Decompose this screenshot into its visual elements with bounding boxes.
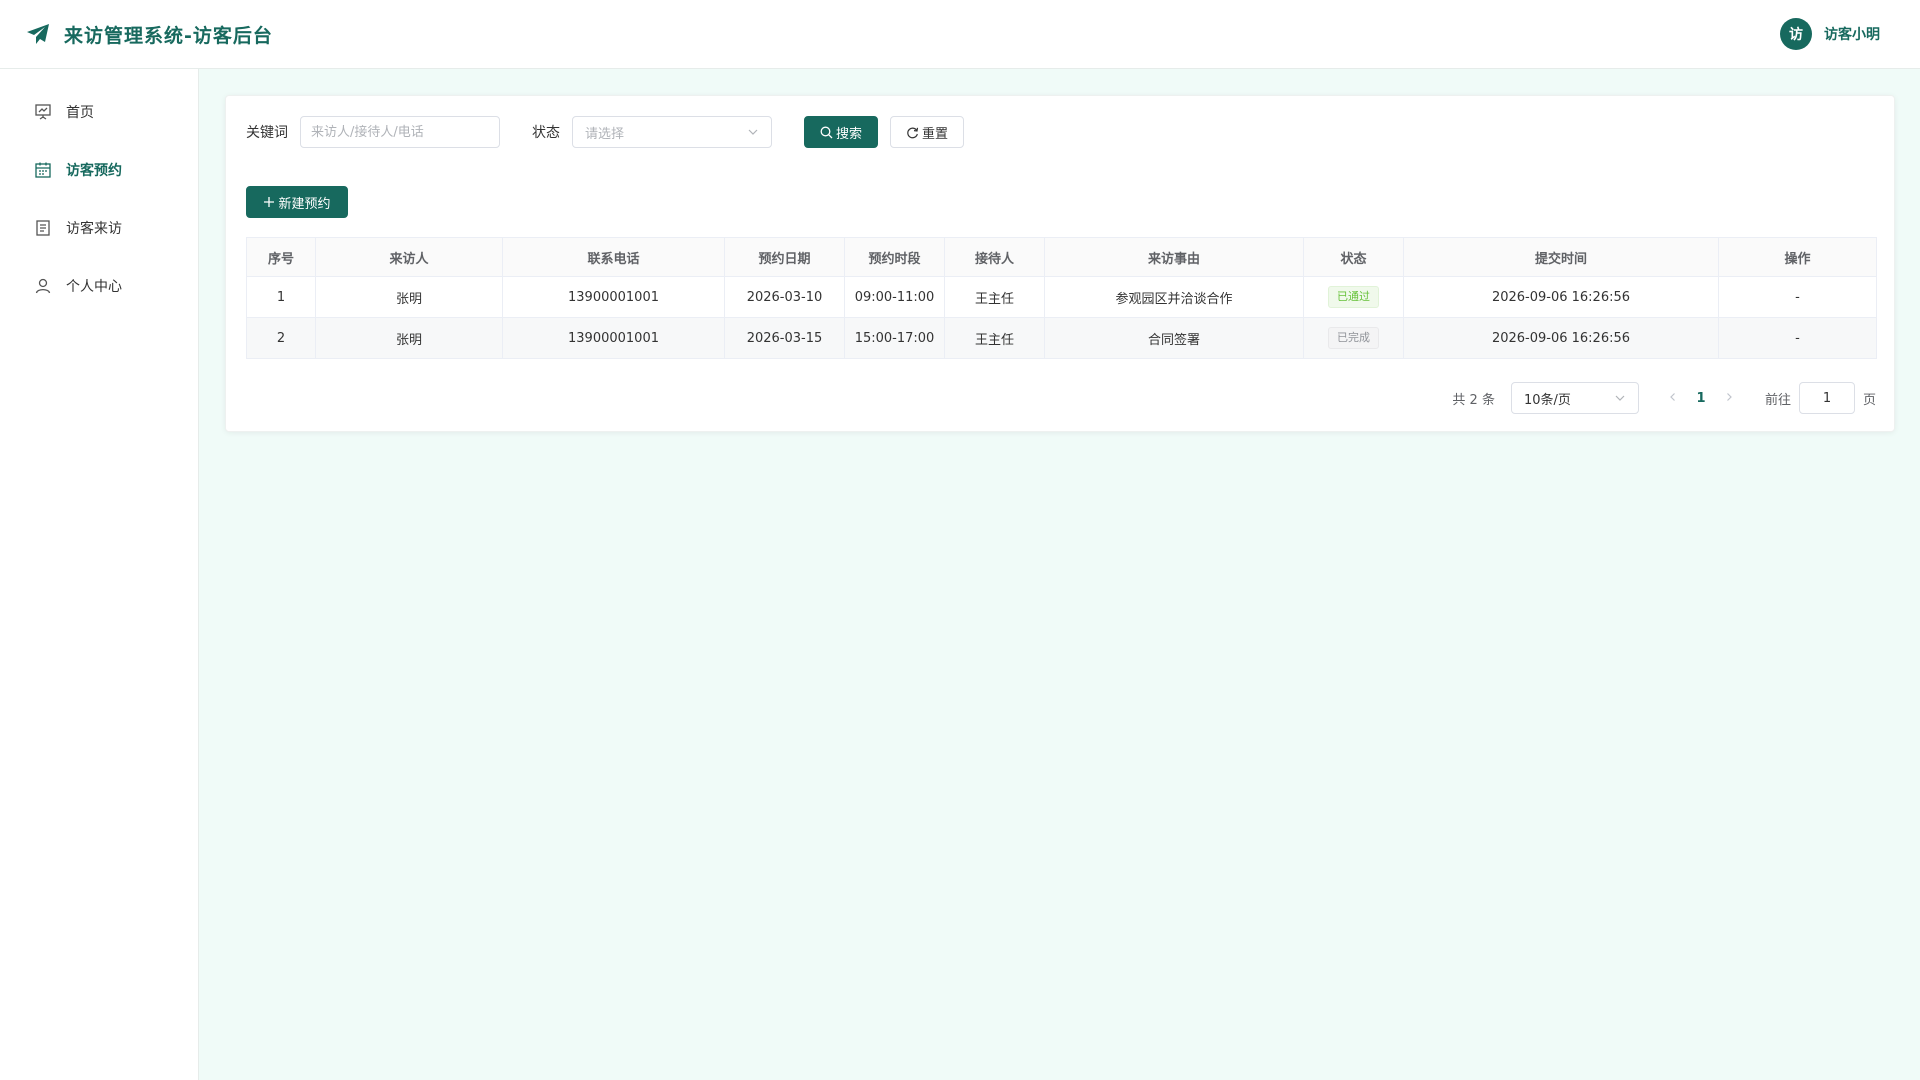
cell-submitted: 2026-09-06 16:26:56 — [1403, 276, 1719, 318]
cell-time-slot: 15:00-17:00 — [844, 317, 945, 359]
chevron-left-icon — [1670, 392, 1675, 401]
top-header: 来访管理系统-访客后台 访 访客小明 — [0, 0, 1920, 69]
cell-operation: - — [1718, 276, 1877, 318]
cell-reason: 参观园区并洽谈合作 — [1044, 276, 1304, 318]
calendar-icon — [35, 162, 51, 178]
table-row[interactable]: 2 张明 13900001001 2026-03-15 15:00-17:00 … — [246, 317, 1877, 359]
user-icon — [35, 278, 51, 294]
sidebar: 首页 访客预约 访客来访 个人中心 — [0, 69, 199, 1080]
cell-date: 2026-03-15 — [724, 317, 845, 359]
refresh-icon — [907, 127, 919, 138]
cell-index: 2 — [246, 317, 316, 359]
column-header-submitted: 提交时间 — [1403, 237, 1719, 277]
cell-date: 2026-03-10 — [724, 276, 845, 318]
chevron-down-icon — [748, 129, 758, 135]
appointments-table: 序号 来访人 联系电话 预约日期 预约时段 接待人 来访事由 状态 提交时间 操… — [246, 237, 1877, 359]
status-select-placeholder: 请选择 — [585, 126, 625, 142]
sidebar-item-home[interactable]: 首页 — [0, 83, 198, 141]
page-number-current[interactable]: 1 — [1687, 391, 1715, 406]
cell-submitted: 2026-09-06 16:26:56 — [1403, 317, 1719, 359]
keyword-input[interactable] — [300, 116, 500, 148]
sidebar-item-profile[interactable]: 个人中心 — [0, 257, 198, 315]
reset-button[interactable]: 重置 — [890, 116, 964, 148]
presentation-icon — [35, 104, 51, 120]
table-header-row: 序号 来访人 联系电话 预约日期 预约时段 接待人 来访事由 状态 提交时间 操… — [246, 237, 1877, 277]
next-page-button[interactable] — [1715, 391, 1743, 406]
brand[interactable]: 来访管理系统-访客后台 — [26, 21, 273, 48]
sidebar-item-visits[interactable]: 访客来访 — [0, 199, 198, 257]
filter-bar: 关键词 状态 请选择 搜索 重置 — [246, 116, 964, 148]
status-select[interactable]: 请选择 — [572, 116, 772, 148]
search-icon — [820, 126, 833, 138]
chevron-down-icon — [1615, 395, 1625, 401]
main-card: 关键词 状态 请选择 搜索 重置 新建预约 — [225, 95, 1895, 432]
status-badge: 已通过 — [1328, 286, 1379, 308]
cell-visitor: 张明 — [315, 317, 503, 359]
sidebar-item-label: 访客预约 — [66, 163, 122, 179]
search-button-label: 搜索 — [835, 126, 862, 142]
column-header-date: 预约日期 — [724, 237, 845, 277]
cell-visitor: 张明 — [315, 276, 503, 318]
cell-phone: 13900001001 — [502, 317, 725, 359]
cell-status: 已通过 — [1303, 276, 1404, 318]
page-size-select[interactable]: 10条/页 — [1510, 382, 1639, 414]
column-header-phone: 联系电话 — [502, 237, 725, 277]
reset-button-label: 重置 — [921, 126, 948, 142]
user-menu[interactable]: 访 访客小明 — [1780, 18, 1880, 50]
user-name[interactable]: 访客小明 — [1824, 24, 1880, 44]
chevron-right-icon — [1727, 392, 1732, 401]
cell-time-slot: 09:00-11:00 — [844, 276, 945, 318]
column-header-index: 序号 — [246, 237, 316, 277]
goto-label: 前往 — [1764, 392, 1791, 408]
cell-host: 王主任 — [944, 317, 1045, 359]
column-header-time-slot: 预约时段 — [844, 237, 945, 277]
avatar[interactable]: 访 — [1780, 18, 1812, 50]
page-size-value: 10条/页 — [1523, 392, 1571, 408]
sidebar-item-label: 首页 — [66, 105, 94, 121]
sidebar-item-label: 访客来访 — [66, 221, 122, 237]
cell-index: 1 — [246, 276, 316, 318]
cell-reason: 合同签署 — [1044, 317, 1304, 359]
create-button-label: 新建预约 — [278, 196, 331, 212]
cell-status: 已完成 — [1303, 317, 1404, 359]
status-badge: 已完成 — [1328, 327, 1379, 349]
keyword-label: 关键词 — [246, 125, 288, 141]
sidebar-item-appointments[interactable]: 访客预约 — [0, 141, 198, 199]
status-label: 状态 — [532, 125, 560, 141]
cell-host: 王主任 — [944, 276, 1045, 318]
prev-page-button[interactable] — [1659, 391, 1687, 406]
document-icon — [36, 220, 50, 236]
pagination-total: 共 2 条 — [1452, 392, 1495, 408]
column-header-operation: 操作 — [1718, 237, 1877, 277]
create-appointment-button[interactable]: 新建预约 — [246, 186, 348, 218]
column-header-host: 接待人 — [944, 237, 1045, 277]
column-header-reason: 来访事由 — [1044, 237, 1304, 277]
sidebar-item-label: 个人中心 — [66, 279, 122, 295]
app-title: 来访管理系统-访客后台 — [64, 24, 273, 47]
cell-phone: 13900001001 — [502, 276, 725, 318]
paper-plane-icon — [27, 24, 49, 44]
column-header-status: 状态 — [1303, 237, 1404, 277]
table-row[interactable]: 1 张明 13900001001 2026-03-10 09:00-11:00 … — [246, 276, 1877, 318]
pagination: 共 2 条 10条/页 1 前往 页 — [1452, 382, 1876, 414]
cell-operation: - — [1718, 317, 1877, 359]
plus-icon — [264, 197, 275, 207]
page-suffix: 页 — [1862, 392, 1876, 408]
goto-page-input[interactable] — [1798, 382, 1855, 414]
search-button[interactable]: 搜索 — [804, 116, 878, 148]
column-header-visitor: 来访人 — [315, 237, 503, 277]
